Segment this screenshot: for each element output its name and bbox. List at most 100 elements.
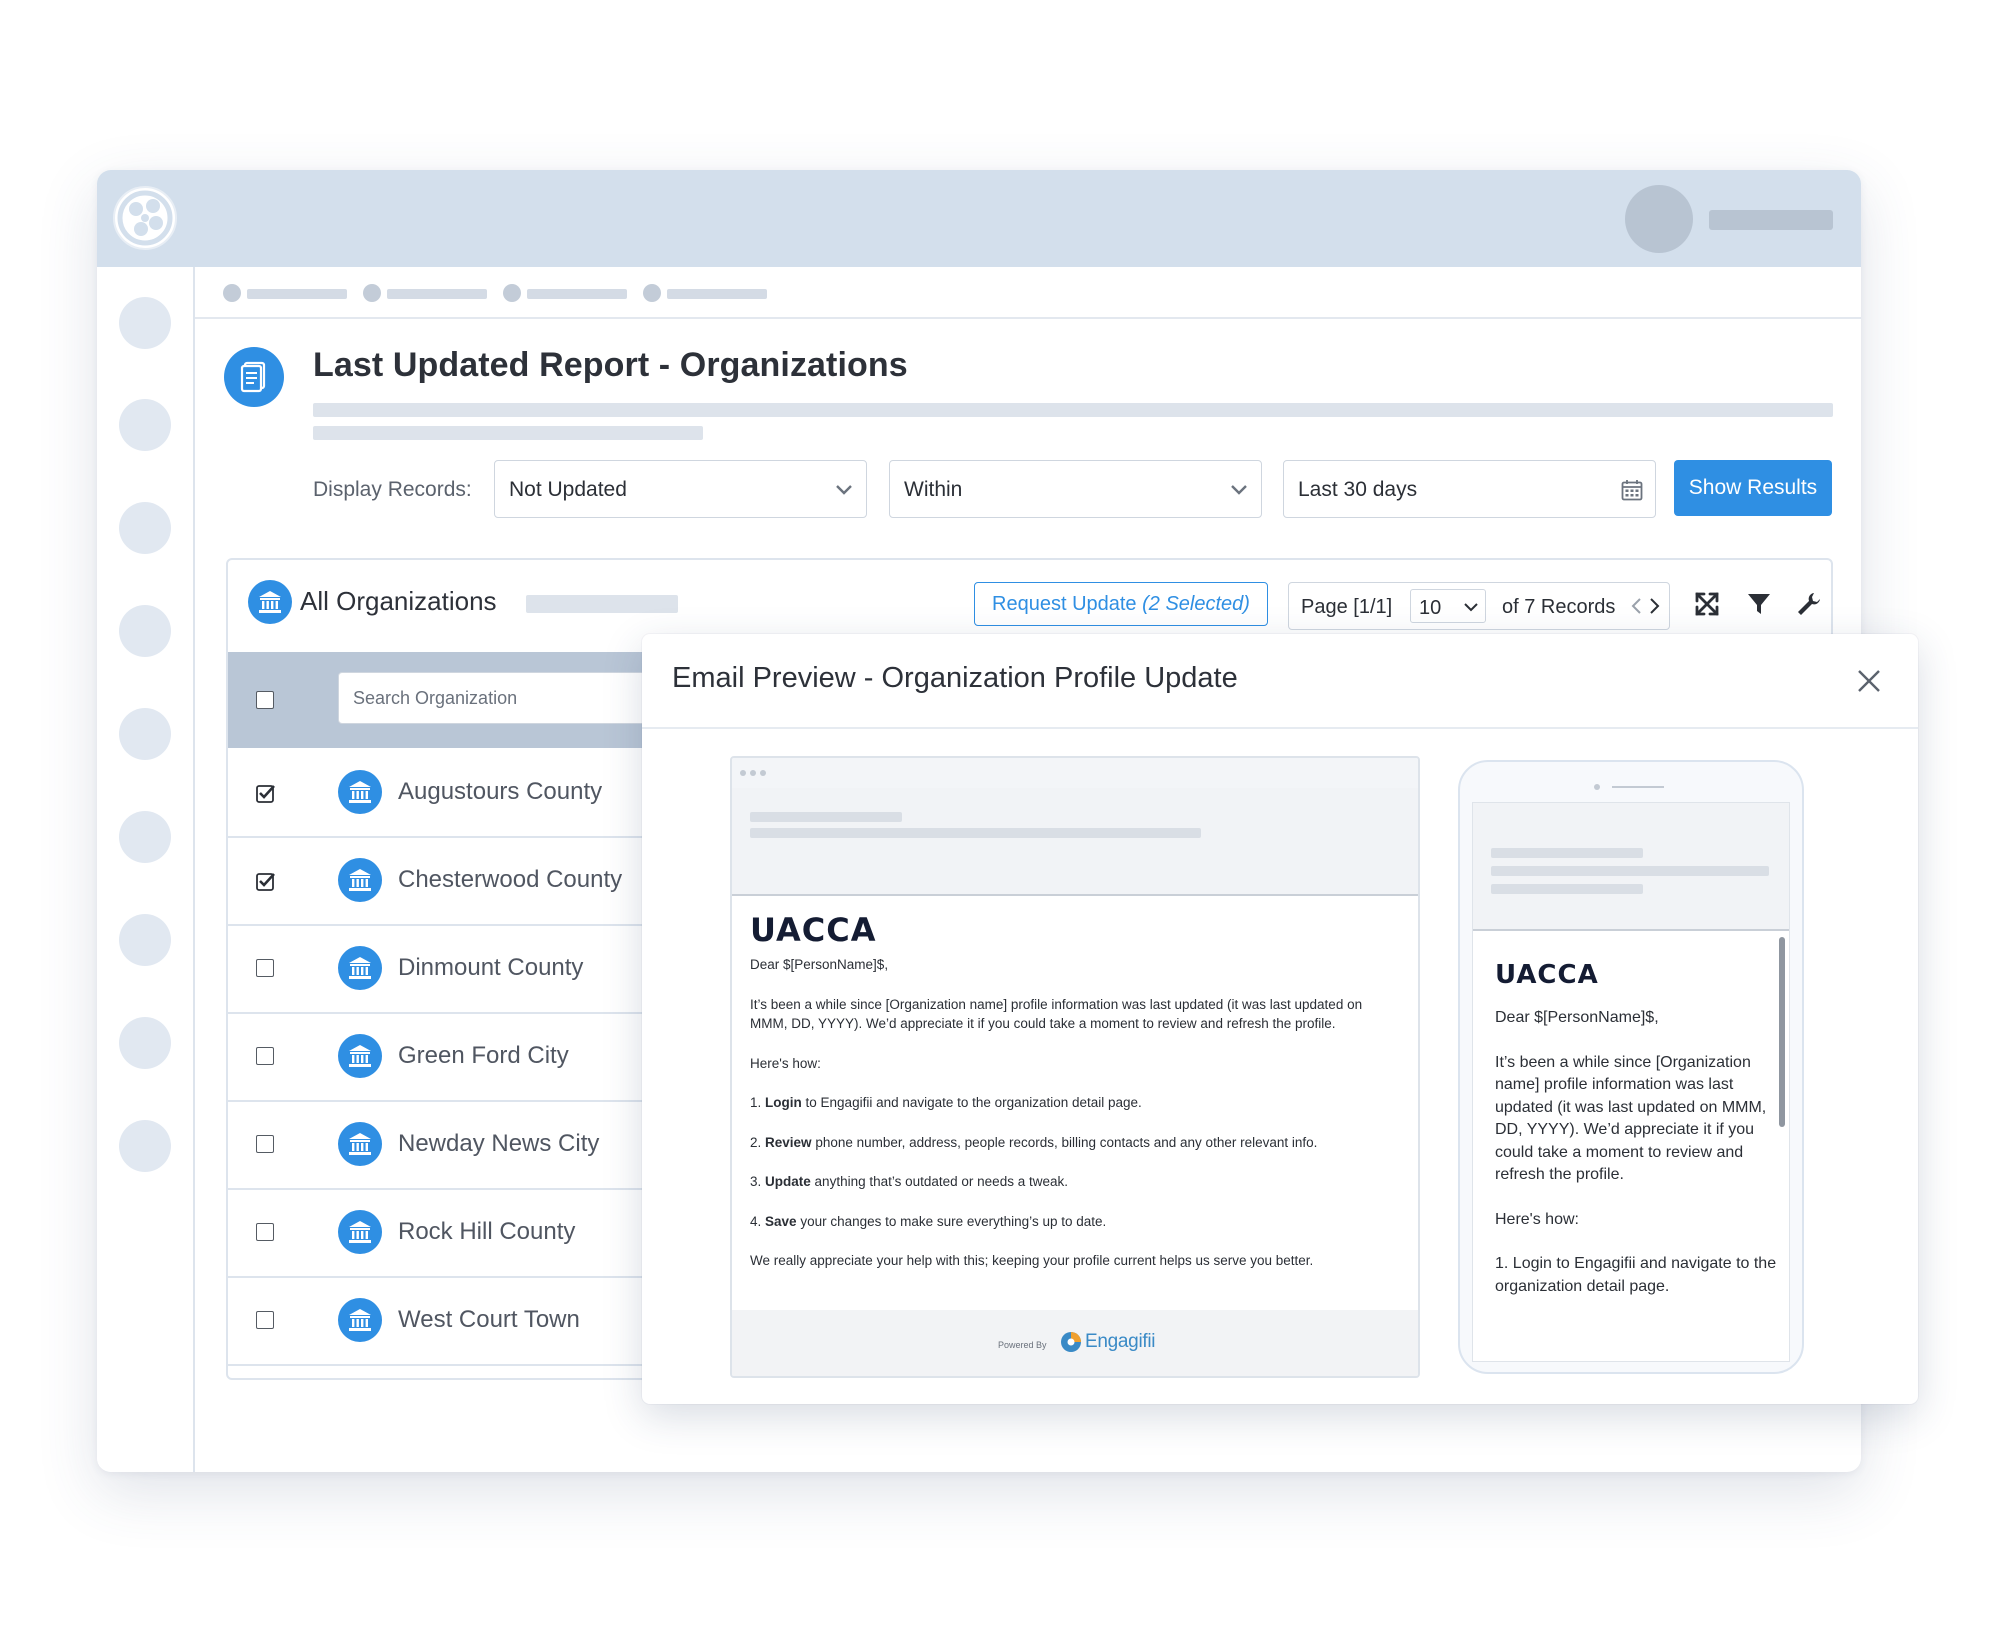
organization-badge — [338, 1034, 382, 1078]
row-checkbox-checked[interactable] — [256, 783, 276, 803]
scrollbar[interactable] — [1779, 937, 1785, 1127]
sidebar — [97, 267, 195, 1472]
panel-subtitle-placeholder — [526, 595, 678, 613]
chevron-right-icon[interactable] — [1647, 597, 1661, 615]
search-placeholder: Search Organization — [353, 688, 518, 708]
page-indicator: Page [1/1] — [1301, 596, 1393, 618]
date-range-field[interactable]: Last 30 days — [1283, 460, 1656, 518]
mobile-email-header — [1473, 803, 1789, 931]
sender-placeholder — [1491, 866, 1769, 876]
avatar[interactable] — [1625, 185, 1693, 253]
sidebar-item-9[interactable] — [119, 1120, 171, 1172]
brand-logo: UACCA — [1495, 960, 1599, 990]
organization-name[interactable]: Rock Hill County — [398, 1218, 575, 1246]
organization-badge — [338, 858, 382, 902]
date-range-value: Last 30 days — [1298, 478, 1418, 501]
row-checkbox[interactable] — [256, 1311, 274, 1329]
row-checkbox-checked[interactable] — [256, 871, 276, 891]
breadcrumb-placeholder[interactable] — [667, 289, 767, 299]
organization-name[interactable]: Green Ford City — [398, 1042, 569, 1070]
chevron-down-icon — [1231, 485, 1247, 495]
pagination: Page [1/1] 10 of 7 Records — [1288, 582, 1670, 630]
range-select[interactable]: Within — [889, 460, 1262, 518]
organization-name[interactable]: Dinmount County — [398, 954, 583, 982]
selected-count: (2 Selected) — [1142, 592, 1250, 615]
sidebar-item-3[interactable] — [119, 502, 171, 554]
bank-building-icon — [349, 781, 371, 803]
chevron-down-icon — [1464, 603, 1478, 612]
sidebar-item-2[interactable] — [119, 399, 171, 451]
records-count: of 7 Records — [1502, 596, 1616, 618]
step-text: phone number, address, people records, b… — [811, 1134, 1318, 1150]
top-bar — [97, 170, 1861, 267]
sidebar-item-8[interactable] — [119, 1017, 171, 1069]
step-number: 1. — [750, 1095, 762, 1110]
breadcrumb-dot — [223, 284, 241, 302]
display-records-label: Display Records: — [313, 478, 472, 501]
status-select[interactable]: Not Updated — [494, 460, 867, 518]
brand-logo: UACCA — [750, 911, 877, 949]
email-greeting: Dear $[PersonName]$, — [1495, 1009, 1659, 1026]
engagifii-logo-text: Engagifii — [1085, 1331, 1156, 1352]
expand-icon[interactable] — [1693, 590, 1721, 618]
wrench-icon[interactable] — [1795, 590, 1823, 618]
email-steps: 1. Login to Engagifii and navigate to th… — [750, 1093, 1400, 1231]
step-text: anything that’s outdated or needs a twea… — [810, 1174, 1068, 1189]
calendar-icon[interactable] — [1621, 479, 1643, 501]
organization-badge — [338, 1298, 382, 1342]
sidebar-item-4[interactable] — [119, 605, 171, 657]
email-intro: It’s been a while since [Organization na… — [750, 996, 1363, 1032]
sidebar-item-6[interactable] — [119, 811, 171, 863]
organization-badge — [338, 1122, 382, 1166]
chevron-down-icon — [836, 485, 852, 495]
bank-building-icon — [349, 1133, 371, 1155]
breadcrumb-placeholder[interactable] — [247, 289, 347, 299]
bank-building-icon — [349, 1221, 371, 1243]
powered-by-label: Powered By — [998, 1340, 1047, 1350]
step-text: to Engagifii and navigate to the organiz… — [801, 1095, 1142, 1110]
row-checkbox[interactable] — [256, 1047, 274, 1065]
email-greeting: Dear $[PersonName]$, — [750, 957, 889, 972]
subject-placeholder — [1491, 848, 1643, 858]
page-size-value: 10 — [1419, 597, 1442, 619]
organization-badge — [338, 946, 382, 990]
chevron-left-icon[interactable] — [1630, 597, 1644, 615]
organization-name[interactable]: Augustours County — [398, 778, 602, 806]
email-body: UACCA Dear $[PersonName]$, It’s been a w… — [750, 913, 1400, 1291]
page-size-select[interactable]: 10 — [1410, 589, 1486, 623]
close-icon[interactable] — [1854, 666, 1884, 696]
breadcrumb-dot — [363, 284, 381, 302]
show-results-button[interactable]: Show Results — [1674, 460, 1832, 516]
organization-badge — [248, 580, 292, 624]
step-keyword: Review — [765, 1134, 812, 1150]
breadcrumb — [195, 267, 1861, 319]
document-icon — [240, 361, 266, 393]
bank-building-icon — [259, 591, 281, 613]
email-step: 1. Login to Engagifii and navigate to th… — [750, 1093, 1400, 1113]
breadcrumb-placeholder[interactable] — [527, 289, 627, 299]
organization-name[interactable]: Chesterwood County — [398, 866, 622, 894]
organization-badge — [338, 770, 382, 814]
row-checkbox[interactable] — [256, 1223, 274, 1241]
bank-building-icon — [349, 1045, 371, 1067]
select-all-checkbox[interactable] — [256, 691, 274, 709]
email-closing: We really appreciate your help with this… — [750, 1253, 1314, 1268]
breadcrumb-placeholder[interactable] — [387, 289, 487, 299]
row-checkbox[interactable] — [256, 959, 274, 977]
sidebar-item-7[interactable] — [119, 914, 171, 966]
sender-placeholder — [750, 828, 1201, 838]
bank-building-icon — [349, 957, 371, 979]
filter-icon[interactable] — [1745, 590, 1773, 618]
organization-name[interactable]: Newday News City — [398, 1130, 599, 1158]
row-checkbox[interactable] — [256, 1135, 274, 1153]
request-update-button[interactable]: Request Update (2 Selected) — [974, 582, 1268, 626]
sidebar-item-5[interactable] — [119, 708, 171, 760]
window-dot — [750, 770, 756, 776]
organization-name[interactable]: West Court Town — [398, 1306, 580, 1334]
email-howto: Here's how: — [1495, 1210, 1579, 1228]
phone-camera — [1594, 784, 1600, 790]
report-icon-badge — [224, 347, 284, 407]
bank-building-icon — [349, 1309, 371, 1331]
sidebar-item-1[interactable] — [119, 297, 171, 349]
app-logo-icon[interactable] — [112, 185, 178, 251]
